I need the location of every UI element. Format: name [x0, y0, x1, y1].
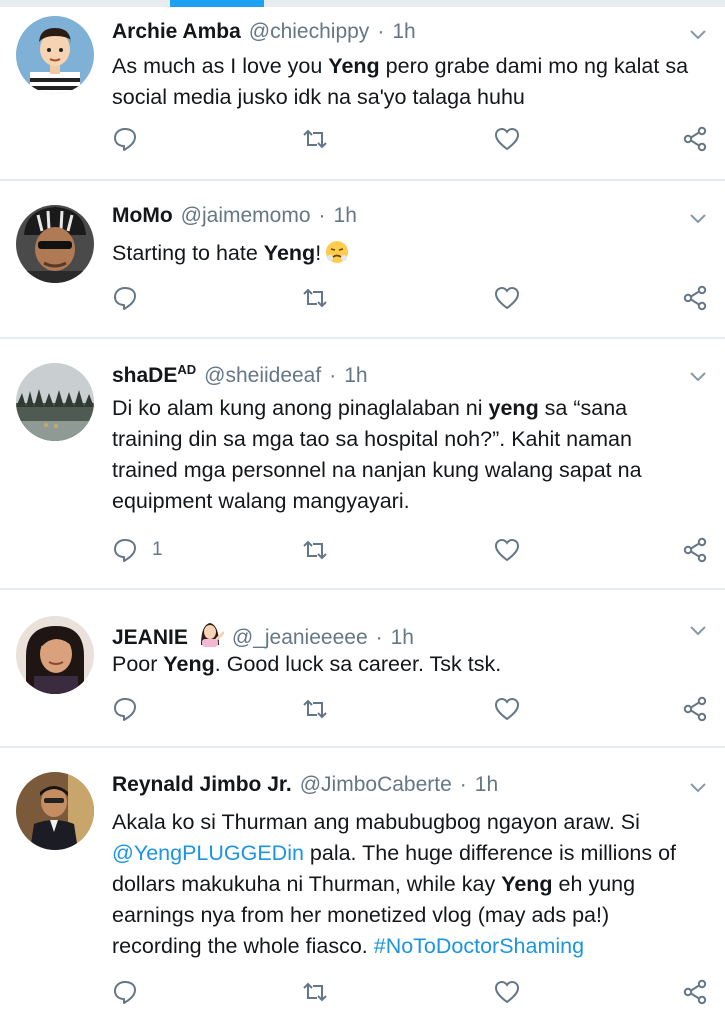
reply-bubble-icon [114, 698, 136, 721]
information-desk-person-emoji-icon [200, 623, 224, 647]
retweet-icon [303, 288, 327, 308]
like-button[interactable] [494, 694, 520, 724]
tweet-header: MoMo @jaimemomo · 1h [112, 204, 665, 236]
tweet-header: Reynald Jimbo Jr. @JimboCaberte · 1h [112, 773, 665, 805]
retweet-icon [303, 982, 327, 1002]
separator-dot: · [377, 20, 385, 43]
tweet-actions [112, 124, 712, 154]
reply-button[interactable] [112, 694, 138, 724]
steam-from-nose-emoji-icon [326, 241, 349, 263]
heart-icon [494, 127, 520, 151]
tweet-text: As much as I love you Yeng pero grabe da… [112, 54, 689, 109]
share-button[interactable] [682, 283, 708, 313]
chevron-down-icon[interactable] [689, 622, 707, 640]
like-button[interactable] [494, 283, 520, 313]
tweet-text: Poor Yeng. Good luck sa career. Tsk tsk. [112, 652, 502, 676]
avatar[interactable] [16, 16, 94, 94]
tweet-header: JEANIE @_jeanieeeee · 1h [112, 616, 665, 650]
retweet-icon [303, 129, 327, 149]
retweet-button[interactable] [302, 977, 328, 1007]
active-tab-indicator [170, 0, 264, 7]
display-name[interactable]: JEANIE [112, 626, 188, 650]
user-handle[interactable]: @chiechippy [249, 20, 370, 44]
tweet-2[interactable]: MoMo @jaimemomo · 1h Starting to hate Ye… [0, 181, 725, 339]
display-name-superscript: AD [177, 362, 197, 377]
separator-dot: · [329, 364, 337, 387]
retweet-icon [303, 540, 327, 560]
share-icon [683, 979, 707, 1005]
tweet-4[interactable]: JEANIE @_jeanieeeee · 1h Poor Yeng. Good… [0, 590, 725, 748]
hashtag-link[interactable]: #NoToDoctorShaming [374, 934, 584, 958]
tweet-text: Akala ko si Thurman ang mabubugbog ngayo… [112, 810, 677, 958]
chevron-down-icon[interactable] [689, 368, 707, 386]
reply-button[interactable] [112, 124, 138, 154]
reply-button[interactable]: 1 [112, 535, 163, 565]
user-handle[interactable]: @_jeanieeeee [232, 626, 368, 650]
share-button[interactable] [682, 535, 708, 565]
tweet-actions [112, 977, 712, 1007]
timestamp[interactable]: 1h [475, 773, 498, 797]
mention-link[interactable]: @YengPLUGGEDin [112, 841, 304, 865]
chevron-down-icon[interactable] [689, 210, 707, 228]
avatar[interactable] [16, 772, 94, 850]
avatar[interactable] [16, 205, 94, 283]
tweet-1[interactable]: Archie Amba @chiechippy · 1h As much as … [0, 7, 725, 181]
retweet-button[interactable] [302, 694, 328, 724]
reply-count: 1 [152, 539, 163, 560]
share-icon [683, 696, 707, 722]
retweet-button[interactable] [302, 283, 328, 313]
tab-indicator-bar [0, 0, 725, 7]
share-icon [683, 285, 707, 311]
heart-icon [494, 697, 520, 721]
chevron-down-icon[interactable] [689, 26, 707, 44]
heart-icon [494, 286, 520, 310]
chevron-down-icon[interactable] [689, 779, 707, 797]
reply-bubble-icon [114, 128, 136, 151]
timestamp[interactable]: 1h [334, 204, 357, 228]
separator-dot: · [318, 204, 326, 227]
share-button[interactable] [682, 694, 708, 724]
like-button[interactable] [494, 977, 520, 1007]
like-button[interactable] [494, 535, 520, 565]
separator-dot: · [459, 773, 467, 796]
tweet-actions: 1 [112, 535, 712, 565]
user-handle[interactable]: @sheiideeaf [204, 364, 321, 388]
like-button[interactable] [494, 124, 520, 154]
timestamp[interactable]: 1h [344, 364, 367, 388]
display-name[interactable]: Archie Amba [112, 20, 241, 44]
display-name[interactable]: MoMo [112, 204, 173, 228]
share-icon [683, 126, 707, 152]
separator-dot: · [375, 626, 383, 649]
tweet-text: Starting to hate Yeng! [112, 238, 703, 269]
display-name[interactable]: shaDEAD [112, 362, 196, 388]
reply-button[interactable] [112, 977, 138, 1007]
tweet-5[interactable]: Reynald Jimbo Jr. @JimboCaberte · 1h Aka… [0, 748, 725, 1024]
share-button[interactable] [682, 977, 708, 1007]
share-icon [683, 537, 707, 563]
user-handle[interactable]: @JimboCaberte [300, 773, 452, 797]
share-button[interactable] [682, 124, 708, 154]
timestamp[interactable]: 1h [391, 626, 414, 650]
avatar[interactable] [16, 616, 94, 694]
retweet-icon [303, 699, 327, 719]
retweet-button[interactable] [302, 535, 328, 565]
heart-icon [494, 980, 520, 1004]
heart-icon [494, 538, 520, 562]
tweet-header: Archie Amba @chiechippy · 1h [112, 20, 665, 52]
tweet-text: Di ko alam kung anong pinaglalaban ni ye… [112, 396, 642, 513]
tweet-actions [112, 694, 712, 724]
reply-bubble-icon [114, 981, 136, 1004]
tweet-header: shaDEAD @sheiideeaf · 1h [112, 362, 665, 394]
tweet-3[interactable]: shaDEAD @sheiideeaf · 1h Di ko alam kung… [0, 339, 725, 590]
reply-bubble-icon [114, 287, 136, 310]
tweet-actions [112, 283, 712, 313]
avatar[interactable] [16, 363, 94, 441]
reply-button[interactable] [112, 283, 138, 313]
user-handle[interactable]: @jaimemomo [181, 204, 311, 228]
display-name[interactable]: Reynald Jimbo Jr. [112, 773, 292, 797]
timestamp[interactable]: 1h [392, 20, 415, 44]
reply-bubble-icon [114, 539, 136, 562]
retweet-button[interactable] [302, 124, 328, 154]
